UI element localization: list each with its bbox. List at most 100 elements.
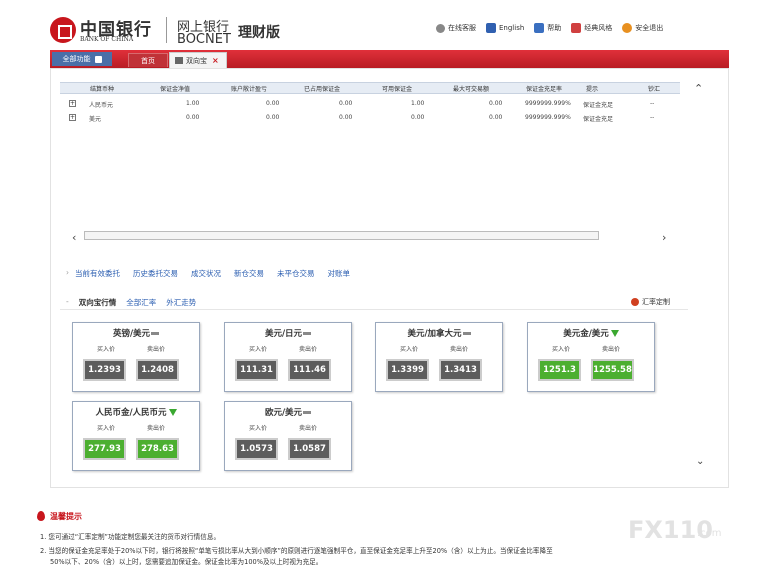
header-divider: [166, 17, 167, 43]
row-net: 1.00: [186, 100, 200, 107]
down-arrow-icon: [610, 330, 619, 337]
row-hint: 保证金充足: [583, 116, 614, 123]
tab-shuangxiangbao[interactable]: 双向宝 ×: [169, 52, 227, 68]
close-icon[interactable]: ×: [212, 56, 219, 65]
tab-fx-trend[interactable]: 外汇走势: [166, 297, 196, 308]
th-max: 最大可交易额: [453, 86, 490, 93]
sell-price-button[interactable]: 1.2408: [136, 359, 179, 381]
row-avail: 0.00: [411, 114, 425, 121]
row-used: 0.00: [339, 100, 353, 107]
quote-card[interactable]: 英镑/美元 买入价 卖出价 1.2393 1.2408: [72, 322, 200, 392]
row-max: 0.00: [489, 114, 503, 121]
buy-price-button[interactable]: 1251.3: [538, 359, 581, 381]
sell-price-button[interactable]: 1.0587: [288, 438, 331, 460]
row-pnl: 0.00: [266, 100, 280, 107]
gear-icon: [631, 298, 639, 306]
link-statement[interactable]: 对账单: [328, 268, 351, 279]
collapse-icon[interactable]: -: [66, 297, 69, 308]
link-history-orders[interactable]: 历史委托交易: [133, 268, 178, 279]
quote-card[interactable]: 人民币金/人民币元 买入价 卖出价 277.93 278.63: [72, 401, 200, 471]
tips-title: 温馨提示: [50, 512, 82, 521]
horizontal-scrollbar[interactable]: [84, 231, 599, 240]
scroll-up-icon[interactable]: ⌃: [694, 82, 703, 95]
buy-label: 买入价: [552, 346, 571, 353]
sell-price-button[interactable]: 1.3413: [439, 359, 482, 381]
tab-quotes[interactable]: 双向宝行情: [79, 297, 117, 308]
th-pnl: 账户敞计盈亏: [231, 86, 268, 93]
quote-pair: 美元金/美元: [528, 327, 654, 339]
expand-row-icon[interactable]: +: [69, 114, 76, 121]
style-icon: [571, 23, 582, 33]
th-currency: 结算币种: [90, 86, 115, 93]
tip-item: 1. 您可通过“汇率定制”功能定制您最关注的货币对行情信息。: [40, 533, 221, 541]
buy-label: 买入价: [97, 425, 116, 432]
link-unclosed-trade[interactable]: 未平仓交易: [277, 268, 315, 279]
row-currency: 美元: [89, 116, 102, 123]
bank-name-en: BANK OF CHINA: [80, 36, 134, 43]
sell-label: 卖出价: [299, 425, 318, 432]
th-ratio: 保证金充足率: [526, 86, 563, 93]
buy-price-button[interactable]: 1.3399: [386, 359, 429, 381]
quote-pair: 人民币金/人民币元: [73, 406, 199, 418]
row-net: 0.00: [186, 114, 200, 121]
link-open-trade[interactable]: 新仓交易: [234, 268, 264, 279]
sell-label: 卖出价: [147, 425, 166, 432]
quote-card[interactable]: 欧元/美元 买入价 卖出价 1.0573 1.0587: [224, 401, 352, 471]
sell-price-button[interactable]: 278.63: [136, 438, 179, 460]
buy-label: 买入价: [249, 346, 268, 353]
buy-price-button[interactable]: 277.93: [83, 438, 126, 460]
link-deals[interactable]: 成交状况: [191, 268, 221, 279]
scroll-right-icon[interactable]: ›: [662, 231, 666, 244]
help-link[interactable]: 帮助: [534, 23, 561, 33]
buy-label: 买入价: [97, 346, 116, 353]
location-pin-icon: [37, 511, 45, 521]
sell-label: 卖出价: [450, 346, 469, 353]
tab-page-icon: [175, 57, 183, 64]
buy-price-button[interactable]: 1.0573: [235, 438, 278, 460]
logout-link[interactable]: 安全退出: [622, 23, 663, 33]
flat-trend-icon: [462, 332, 471, 335]
edition-label: 理财版: [238, 25, 280, 41]
sell-label: 卖出价: [602, 346, 621, 353]
link-active-orders[interactable]: 当前有效委托: [75, 268, 120, 279]
scroll-left-icon[interactable]: ‹: [72, 231, 76, 244]
buy-price-button[interactable]: 111.31: [235, 359, 278, 381]
row-cash: --: [650, 100, 655, 107]
quote-pair: 美元/加拿大元: [376, 327, 502, 339]
quote-card[interactable]: 美元金/美元 买入价 卖出价 1251.3 1255.58: [527, 322, 655, 392]
sell-price-button[interactable]: 111.46: [288, 359, 331, 381]
row-currency: 人民币元: [89, 102, 114, 109]
row-avail: 1.00: [411, 100, 425, 107]
sell-label: 卖出价: [299, 346, 318, 353]
classic-style-link[interactable]: 经典风格: [571, 23, 612, 33]
down-arrow-icon: [168, 409, 177, 416]
rate-customize-button[interactable]: 汇率定制: [631, 297, 670, 307]
sell-price-button[interactable]: 1255.58: [591, 359, 634, 381]
english-link[interactable]: English: [486, 23, 524, 33]
tab-home[interactable]: 首页: [128, 53, 168, 67]
expand-row-icon[interactable]: +: [69, 100, 76, 107]
menu-grid-icon: [94, 55, 102, 63]
online-service-link[interactable]: 在线客服: [436, 23, 476, 33]
buy-price-button[interactable]: 1.2393: [83, 359, 126, 381]
help-book-icon: [534, 23, 545, 33]
section-tabs: - 双向宝行情 全部汇率 外汇走势: [66, 297, 196, 308]
all-functions-button[interactable]: 全部功能: [52, 52, 112, 66]
th-hint: 提示: [586, 86, 599, 93]
th-cash: 钞汇: [648, 86, 661, 93]
quote-pair: 欧元/美元: [225, 406, 351, 418]
scroll-down-icon[interactable]: ⌄: [696, 456, 704, 467]
row-ratio: 9999999.999%: [525, 100, 571, 107]
flat-trend-icon: [303, 411, 312, 414]
quote-pair: 美元/日元: [225, 327, 351, 339]
ebank-title-en: BOCNET: [177, 32, 231, 47]
quote-card[interactable]: 美元/加拿大元 买入价 卖出价 1.3399 1.3413: [375, 322, 503, 392]
trade-links: › 当前有效委托 历史委托交易 成交状况 新仓交易 未平仓交易 对账单: [66, 268, 350, 279]
th-used: 已占用保证金: [304, 86, 341, 93]
sell-label: 卖出价: [147, 346, 166, 353]
quote-card[interactable]: 美元/日元 买入价 卖出价 111.31 111.46: [224, 322, 352, 392]
row-cash: --: [650, 114, 655, 121]
headset-icon: [436, 23, 445, 33]
row-max: 0.00: [489, 100, 503, 107]
tab-all-rates[interactable]: 全部汇率: [126, 297, 156, 308]
